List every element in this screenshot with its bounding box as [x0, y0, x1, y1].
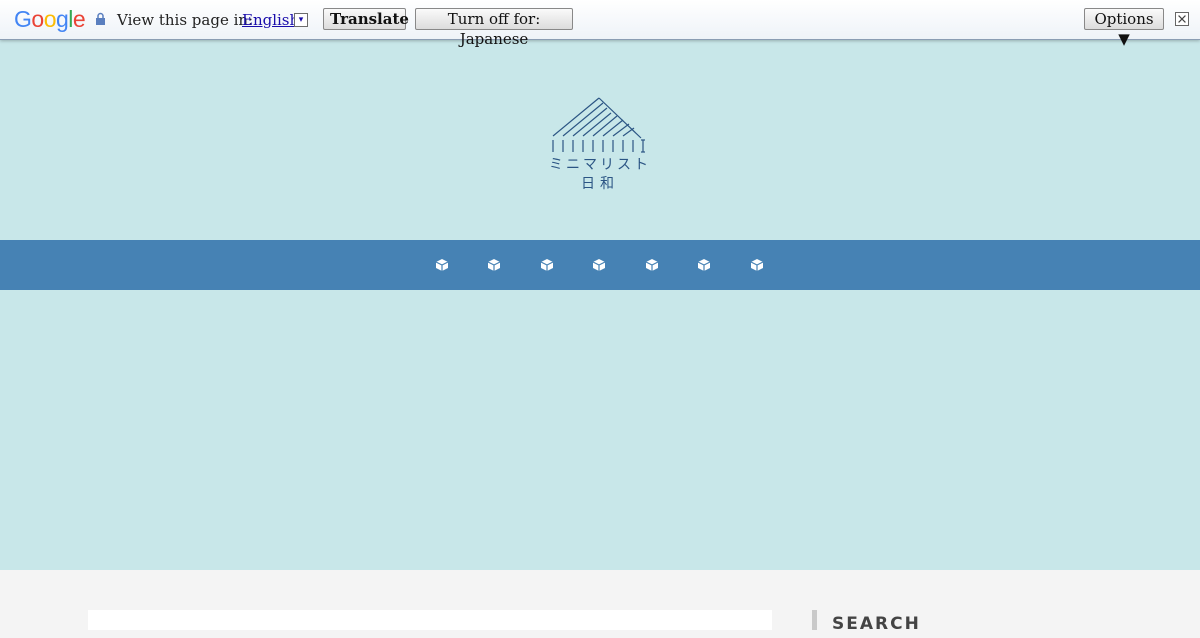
- language-link[interactable]: English: [242, 11, 299, 29]
- main-nav: [0, 240, 1200, 290]
- options-button[interactable]: Options ▼: [1084, 8, 1164, 48]
- cube-icon[interactable]: [644, 257, 660, 273]
- house-roof-icon: [552, 97, 645, 153]
- cube-icon[interactable]: [696, 257, 712, 273]
- site-header: ミニマリスト 日和: [0, 40, 1200, 240]
- logo-text-line1: ミニマリスト: [549, 157, 651, 173]
- main-content-card: [88, 610, 772, 630]
- turn-off-button[interactable]: Turn off for: Japanese: [415, 8, 573, 48]
- cube-icon[interactable]: [486, 257, 502, 273]
- logo-text-line2: 日和: [581, 176, 619, 192]
- language-dropdown[interactable]: ▾: [294, 13, 308, 27]
- logo-letter: g: [55, 6, 69, 32]
- site-logo[interactable]: ミニマリスト 日和: [549, 96, 653, 192]
- cube-icon[interactable]: [434, 257, 450, 273]
- close-icon[interactable]: [1175, 12, 1189, 26]
- logo-letter: G: [14, 6, 32, 32]
- cube-icon[interactable]: [591, 257, 607, 273]
- logo-letter: e: [72, 6, 86, 32]
- cube-icon[interactable]: [539, 257, 555, 273]
- search-widget-title: SEARCH: [812, 610, 921, 634]
- view-page-label: View this page in:: [117, 11, 254, 29]
- cube-icon[interactable]: [749, 257, 765, 273]
- google-logo: Google: [14, 6, 86, 33]
- logo-letter: o: [43, 6, 57, 32]
- logo-letter: o: [31, 6, 44, 32]
- translate-button[interactable]: Translate: [323, 8, 409, 30]
- hero-banner: [0, 290, 1200, 570]
- translate-bar: Google View this page in: English ▾ Tran…: [0, 0, 1200, 48]
- lock-icon: [96, 12, 105, 25]
